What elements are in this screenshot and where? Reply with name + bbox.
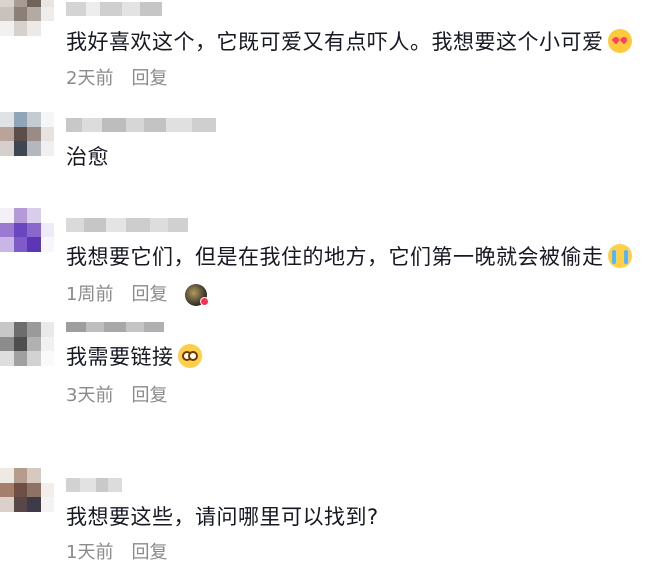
avatar[interactable] (0, 208, 54, 252)
comment-time: 1周前 (66, 284, 114, 305)
comment-time: 2天前 (66, 68, 114, 89)
username-blurred[interactable] (66, 478, 122, 492)
comment-meta: 3天前 回复 (66, 385, 167, 407)
comment-text-content: 治愈 (66, 145, 109, 169)
comment-text-content: 我想要它们，但是在我住的地方，它们第一晚就会被偷走 (66, 245, 604, 269)
comment-meta: 1天前 回复 (66, 542, 167, 564)
comment-meta: 1周前 回复 (66, 284, 210, 306)
comment-meta: 2天前 回复 (66, 68, 167, 90)
comment-text: 我好喜欢这个，它既可爱又有点吓人。我想要这个小可爱 (66, 29, 632, 55)
comment-time: 1天前 (66, 542, 114, 563)
comment-time: 3天前 (66, 385, 114, 406)
username-blurred[interactable] (66, 322, 164, 332)
comment-text-content: 我需要链接 (66, 345, 174, 369)
avatar[interactable] (0, 322, 54, 366)
username-blurred[interactable] (66, 218, 188, 232)
comment-text: 治愈 (66, 144, 109, 170)
comment-text-content: 我想要这些，请问哪里可以找到? (66, 505, 379, 529)
comment-text: 我想要这些，请问哪里可以找到? (66, 504, 379, 530)
username-blurred[interactable] (66, 2, 162, 16)
comment-text-content: 我好喜欢这个，它既可爱又有点吓人。我想要这个小可爱 (66, 30, 604, 54)
avatar[interactable] (0, 112, 54, 156)
loudly-crying-face-icon (607, 244, 632, 268)
reply-button[interactable]: 回复 (131, 542, 167, 564)
smiling-face-with-hearts-icon (607, 29, 632, 53)
comment-text: 我需要链接 (66, 344, 202, 370)
reply-button[interactable]: 回复 (131, 68, 167, 90)
reply-button[interactable]: 回复 (131, 284, 167, 306)
reply-button[interactable]: 回复 (131, 385, 167, 407)
avatar[interactable] (0, 0, 54, 36)
username-blurred[interactable] (66, 118, 216, 132)
avatar[interactable] (0, 468, 54, 512)
creator-liked-avatar-icon (185, 284, 210, 306)
flushed-face-icon (177, 344, 202, 368)
comment-text: 我想要它们，但是在我住的地方，它们第一晚就会被偷走 (66, 244, 632, 270)
